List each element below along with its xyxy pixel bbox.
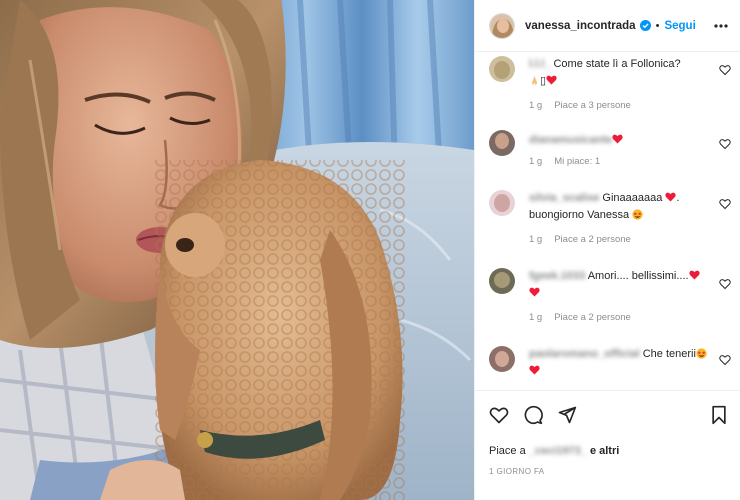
comment-body: Amori.... bellissimi.... [587, 270, 689, 282]
comment-bubble-icon[interactable] [523, 405, 543, 428]
comment-text: l.l.l_ Come state lì a Follonica? ▯ [529, 56, 709, 90]
likes-username[interactable]: _ceci1973_ [529, 445, 587, 457]
star-struck-emoji-icon [696, 348, 707, 359]
comment-likes[interactable]: Piace a 2 persone [554, 312, 631, 323]
bookmark-icon[interactable] [709, 405, 729, 428]
comments-list[interactable]: l.l.l_ Come state lì a Follonica? ▯ 1 g … [475, 52, 740, 388]
comment-body: Come state lì a Follonica? [553, 58, 681, 70]
praying-hands-emoji-icon [529, 75, 540, 86]
comment-likes[interactable]: Mi piace: 1 [554, 156, 600, 167]
comment-text: silvia_scalise Ginaaaaaaa . buongiorno V… [529, 190, 709, 224]
comment-likes[interactable]: Piace a 3 persone [554, 100, 631, 111]
comment-time: 1 g [529, 312, 543, 323]
comment-time: 1 g [529, 100, 543, 111]
header-username[interactable]: vanessa_incontrada [525, 20, 636, 32]
likes-suffix[interactable]: e altri [590, 445, 619, 457]
comment-like-heart-icon[interactable] [719, 354, 731, 366]
comment-time: 1 g [529, 234, 543, 245]
comment-like-heart-icon[interactable] [719, 198, 731, 210]
star-struck-emoji-icon [632, 209, 643, 220]
header-separator: • [655, 19, 660, 32]
comment-body-punct: . [676, 192, 680, 204]
comment-likes[interactable]: Piace a 2 persone [554, 234, 631, 245]
comment-text: paolaromano_official Che tenerii [529, 346, 709, 380]
comment-body-2: buongiorno Vanessa [529, 209, 630, 221]
comment-username[interactable]: dianamusicante [529, 134, 612, 146]
comment-like-heart-icon[interactable] [719, 278, 731, 290]
avatar-image [490, 13, 514, 38]
instagram-post: vanessa_incontrada • Segui l.l.l_ Come s… [0, 0, 740, 500]
red-heart-emoji-icon [546, 74, 557, 85]
post-side-panel: vanessa_incontrada • Segui l.l.l_ Come s… [474, 0, 740, 500]
post-header: vanessa_incontrada • Segui [475, 0, 740, 52]
red-heart-emoji-icon [612, 133, 623, 144]
paper-plane-icon[interactable] [557, 405, 577, 428]
comment-body: Ginaaaaaaa [602, 192, 663, 204]
comment-text: dianamusicante [529, 132, 709, 149]
comment-like-heart-icon[interactable] [719, 138, 731, 150]
follow-button[interactable]: Segui [664, 20, 695, 32]
likes-prefix: Piace a [489, 445, 526, 457]
verified-badge-icon [639, 20, 651, 31]
post-actions: Piace a _ceci1973_ e altri 1 GIORNO FA [475, 390, 740, 500]
comment-meta: 1 g Piace a 2 persone [529, 234, 631, 245]
comment-text: fgeek.1033 Amori.... bellissimi.... [529, 268, 709, 302]
commenter-avatar[interactable] [489, 130, 515, 156]
profile-avatar[interactable] [489, 12, 515, 39]
commenter-avatar[interactable] [489, 190, 515, 216]
commenter-avatar[interactable] [489, 268, 515, 294]
commenter-avatar[interactable] [489, 56, 515, 82]
comment-username[interactable]: paolaromano_official [529, 348, 640, 360]
red-heart-emoji-icon [665, 191, 677, 202]
comment-like-heart-icon[interactable] [719, 64, 731, 76]
red-heart-emoji-icon [529, 364, 540, 375]
comment-time: 1 g [529, 156, 543, 167]
comment-meta: 1 g Mi piace: 1 [529, 156, 600, 167]
photo-woman-kissing-dog [0, 0, 474, 500]
red-heart-emoji-icon [529, 286, 540, 297]
post-photo[interactable] [0, 0, 474, 500]
heart-outline-icon[interactable] [489, 405, 509, 428]
post-timestamp: 1 GIORNO FA [489, 467, 545, 476]
comment-username[interactable]: fgeek.1033 [529, 270, 585, 282]
red-heart-emoji-icon [688, 269, 700, 280]
comment-meta: 1 g Piace a 3 persone [529, 100, 631, 111]
comment-username[interactable]: l.l.l_ [529, 58, 550, 70]
likes-summary[interactable]: Piace a _ceci1973_ e altri [489, 445, 619, 457]
more-options-icon[interactable] [713, 18, 729, 34]
comment-body: Che tenerii [642, 348, 696, 360]
action-icons [489, 405, 577, 428]
commenter-avatar[interactable] [489, 346, 515, 372]
comment-username[interactable]: silvia_scalise [529, 192, 599, 204]
comment-meta: 1 g Piace a 2 persone [529, 312, 631, 323]
